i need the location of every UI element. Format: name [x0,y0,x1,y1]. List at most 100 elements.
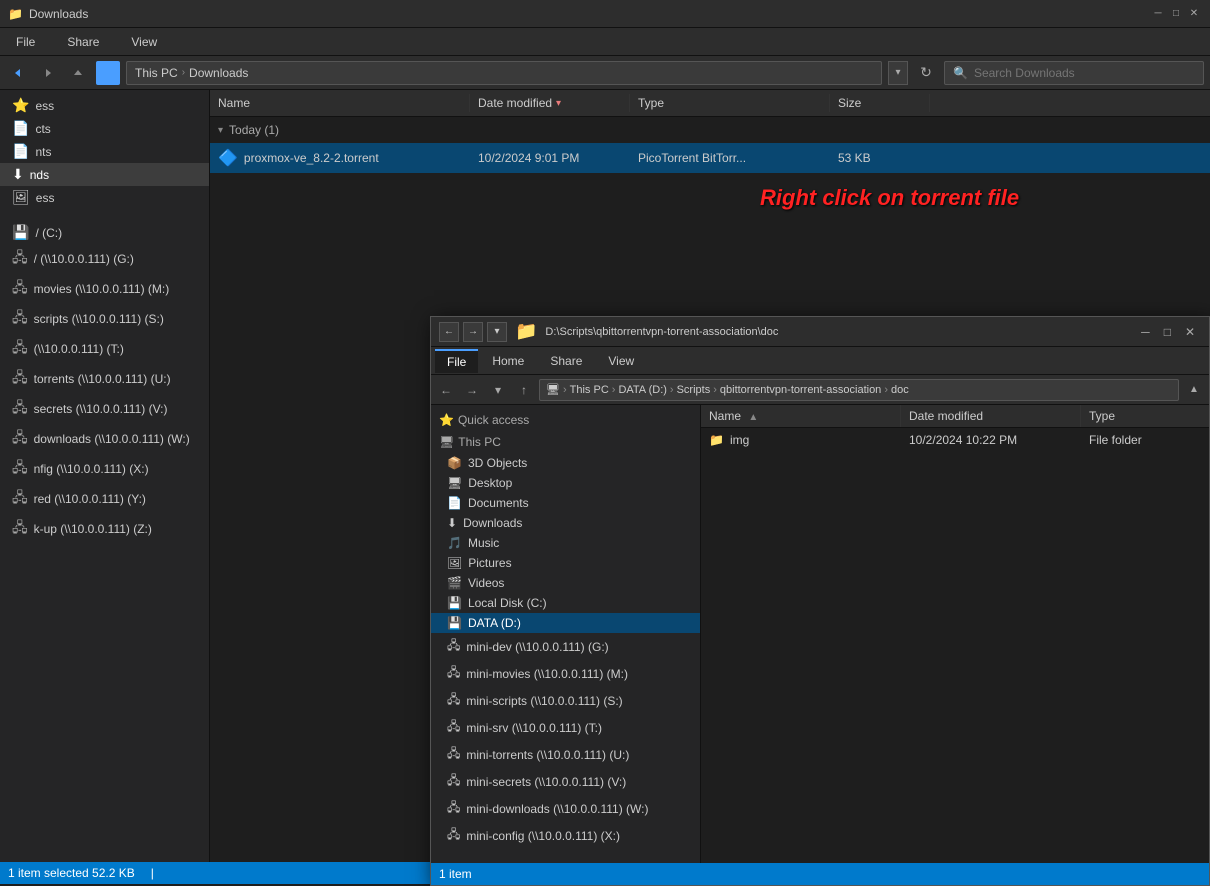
sw-body: ⭐ Quick access 🖥 This PC 📦 3D Objects 🖥 … [431,405,1209,863]
sw-net-icon2: 🖧 [447,663,460,684]
table-row[interactable]: 🔷 proxmox-ve_8.2-2.torrent 10/2/2024 9:0… [210,143,1210,173]
search-input[interactable] [974,66,1195,80]
sw-sidebar-mini-dev[interactable]: 🖧 mini-dev (\\10.0.0.111) (G:) [431,633,700,660]
sw-tab-share[interactable]: Share [538,350,594,372]
sidebar-item-net-v[interactable]: 🖧 secrets (\\10.0.0.111) (V:) [0,394,209,424]
close-button[interactable]: ✕ [1186,6,1202,22]
sidebar-item-net-y[interactable]: 🖧 red (\\10.0.0.111) (Y:) [0,484,209,514]
sidebar-item-ess2[interactable]: 🖼 ess [0,186,209,209]
sidebar-item-net-s[interactable]: 🖧 scripts (\\10.0.0.111) (S:) [0,304,209,334]
sw-net-icon5: 🖧 [447,744,460,765]
sw-recent-btn[interactable]: ▾ [487,322,507,342]
sw-column-headers: Name ▲ Date modified Type [701,405,1209,428]
sidebar-item-net-t[interactable]: 🖧 (\\10.0.0.111) (T:) [0,334,209,364]
up-button[interactable] [66,61,90,85]
sw-downloads-icon: ⬇ [447,516,457,530]
sw-sidebar-mini-config[interactable]: 🖧 mini-config (\\10.0.0.111) (X:) [431,822,700,849]
sw-window-controls: ─ □ ✕ [1135,325,1201,339]
sw-sidebar-data-d[interactable]: 💾 DATA (D:) [431,613,700,633]
sw-address-bar: ← → ▾ ↑ 🖥 › This PC › DATA (D:) › Script… [431,375,1209,405]
ribbon-tab-file[interactable]: File [8,31,43,53]
sw-maximize[interactable]: □ [1158,325,1177,339]
address-dropdown[interactable]: ▾ [888,61,908,85]
sw-path-bar[interactable]: 🖥 › This PC › DATA (D:) › Scripts › qbit… [539,379,1179,401]
col-header-type[interactable]: Type [630,94,830,112]
col-header-date[interactable]: Date modified ▾ [470,94,630,112]
sw-close[interactable]: ✕ [1179,325,1201,339]
column-headers: Name Date modified ▾ Type Size [210,90,1210,117]
sw-sidebar-local-c[interactable]: 💾 Local Disk (C:) [431,593,700,613]
back-button[interactable] [6,61,30,85]
sw-forward-btn[interactable]: → [463,322,483,342]
sidebar-item-net-u[interactable]: 🖧 torrents (\\10.0.0.111) (U:) [0,364,209,394]
file-date-cell: 10/2/2024 9:01 PM [470,149,630,167]
sw-sidebar-mini-secrets[interactable]: 🖧 mini-secrets (\\10.0.0.111) (V:) [431,768,700,795]
path-part-downloads: Downloads [189,66,248,80]
sw-tab-file[interactable]: File [435,349,478,373]
sw-sidebar-3dobjects[interactable]: 📦 3D Objects [431,453,700,473]
sidebar-item-net-g[interactable]: 🖧 / (\\10.0.0.111) (G:) [0,244,209,274]
sw-sidebar-documents[interactable]: 📄 Documents [431,493,700,513]
refresh-button[interactable]: ↻ [914,61,938,85]
sw-nav-back[interactable]: ← [435,379,457,401]
sw-tab-home[interactable]: Home [480,350,536,372]
sw-sidebar-pictures[interactable]: 🖼 Pictures [431,553,700,573]
sw-nav-dropdown[interactable]: ▾ [487,379,509,401]
sw-path-up-arrow[interactable]: ▲ [1183,379,1205,401]
sw-col-name[interactable]: Name ▲ [701,405,901,427]
sidebar-item-local-c[interactable]: 💾 / (C:) [0,221,209,244]
sw-sidebar-mini-torrents[interactable]: 🖧 mini-torrents (\\10.0.0.111) (U:) [431,741,700,768]
sidebar-item-net-w[interactable]: 🖧 downloads (\\10.0.0.111) (W:) [0,424,209,454]
sw-sidebar-mini-scripts[interactable]: 🖧 mini-scripts (\\10.0.0.111) (S:) [431,687,700,714]
minimize-button[interactable]: ─ [1150,6,1166,22]
network-icon: 🖧 [12,427,28,451]
sidebar-item-downloads[interactable]: ⬇ nds [0,163,209,186]
sidebar-item-nts[interactable]: 📄 nts [0,140,209,163]
sw-minimize[interactable]: ─ [1135,325,1156,339]
sw-sidebar-videos[interactable]: 🎬 Videos [431,573,700,593]
maximize-button[interactable]: □ [1168,6,1184,22]
sw-sidebar-desktop[interactable]: 🖥 Desktop [431,473,700,493]
sw-nav-forward[interactable]: → [461,379,483,401]
file-name-cell: 🔷 proxmox-ve_8.2-2.torrent [210,146,470,170]
sw-sidebar-mini-downloads[interactable]: 🖧 mini-downloads (\\10.0.0.111) (W:) [431,795,700,822]
sw-pictures-icon: 🖼 [447,556,462,570]
network-icon: 🖧 [12,337,28,361]
file-type-cell: PicoTorrent BitTorr... [630,149,830,167]
address-path[interactable]: This PC › Downloads [126,61,882,85]
sw-col-date[interactable]: Date modified [901,405,1081,427]
sw-col-type[interactable]: Type [1081,405,1209,427]
sidebar-item-ess[interactable]: ⭐ ess [0,94,209,117]
forward-button[interactable] [36,61,60,85]
sw-documents-icon: 📄 [447,496,462,510]
address-bar: This PC › Downloads ▾ ↻ 🔍 [0,56,1210,90]
sw-sidebar-music[interactable]: 🎵 Music [431,533,700,553]
ribbon-tab-view[interactable]: View [123,31,165,53]
sidebar-item-net-x[interactable]: 🖧 nfig (\\10.0.0.111) (X:) [0,454,209,484]
network-icon: 🖧 [12,457,28,481]
sw-quick-access[interactable]: ⭐ Quick access [431,409,700,431]
ribbon-tab-share[interactable]: Share [59,31,107,53]
sw-sidebar-downloads[interactable]: ⬇ Downloads [431,513,700,533]
sw-sidebar-mini-srv[interactable]: 🖧 mini-srv (\\10.0.0.111) (T:) [431,714,700,741]
sw-this-pc[interactable]: 🖥 This PC [431,431,700,453]
sw-path-doc: doc [891,384,909,396]
sidebar-icon: 📄 [12,120,29,137]
sw-tab-view[interactable]: View [596,350,646,372]
group-header-today[interactable]: ▾ Today (1) [210,117,1210,143]
sidebar-item-cts[interactable]: 📄 cts [0,117,209,140]
sw-path-data: DATA (D:) [618,384,666,396]
col-header-extra [930,94,1210,112]
sw-sidebar-mini-movies[interactable]: 🖧 mini-movies (\\10.0.0.111) (M:) [431,660,700,687]
sw-back-btn[interactable]: ← [439,322,459,342]
sw-net-icon3: 🖧 [447,690,460,711]
sidebar-item-net-m[interactable]: 🖧 movies (\\10.0.0.111) (M:) [0,274,209,304]
sw-nav-up[interactable]: ↑ [513,379,535,401]
table-row[interactable]: 📁 img 10/2/2024 10:22 PM File folder [701,428,1209,452]
sw-sidebar: ⭐ Quick access 🖥 This PC 📦 3D Objects 🖥 … [431,405,701,863]
col-header-size[interactable]: Size [830,94,930,112]
sw-path-scripts: Scripts [677,384,711,396]
sidebar-item-net-z[interactable]: 🖧 k-up (\\10.0.0.111) (Z:) [0,514,209,544]
sw-music-icon: 🎵 [447,536,462,550]
col-header-name[interactable]: Name [210,94,470,112]
